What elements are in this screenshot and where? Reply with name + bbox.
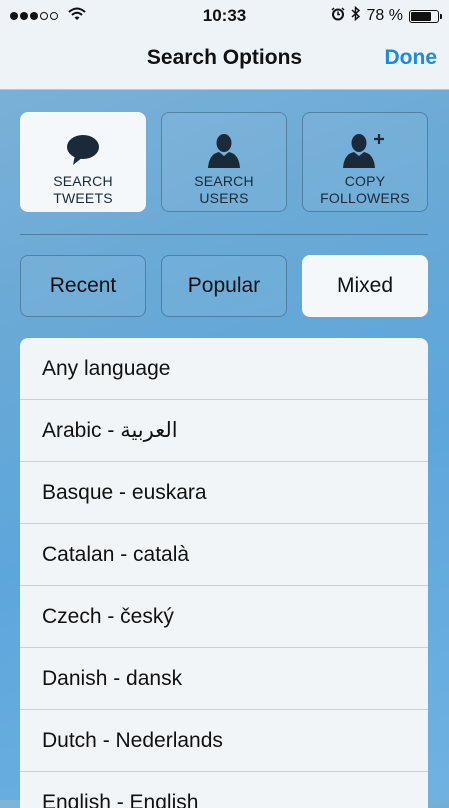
language-item-dutch[interactable]: Dutch - Nederlands [20, 710, 428, 772]
search-users-button[interactable]: SEARCH USERS [161, 112, 287, 212]
navigation-bar: Search Options Done [0, 32, 449, 90]
mixed-button[interactable]: Mixed [302, 255, 428, 317]
search-tweets-button[interactable]: SEARCH TWEETS [20, 112, 146, 212]
battery-icon [409, 9, 442, 23]
popular-button[interactable]: Popular [161, 255, 287, 317]
page-title: Search Options [146, 46, 303, 69]
done-button[interactable]: Done [385, 46, 438, 70]
signal-strength-icon [10, 12, 58, 20]
language-item-czech[interactable]: Czech - český [20, 586, 428, 648]
language-item-catalan[interactable]: Catalan - català [20, 524, 428, 586]
status-right: 78 % [289, 5, 442, 26]
language-list: Any language Arabic - العربية Basque - e… [20, 338, 428, 808]
language-item-danish[interactable]: Danish - dansk [20, 648, 428, 710]
recent-button[interactable]: Recent [20, 255, 146, 317]
language-item-arabic[interactable]: Arabic - العربية [20, 400, 428, 462]
signal-dot [30, 12, 38, 20]
section-divider [20, 234, 428, 235]
battery-tip [440, 13, 442, 19]
add-user-icon [343, 131, 387, 169]
search-mode-selector: SEARCH TWEETS SEARCH USERS COPY FOLLOWER… [20, 112, 428, 212]
language-item-basque[interactable]: Basque - euskara [20, 462, 428, 524]
battery-level [411, 11, 431, 21]
bluetooth-icon [351, 5, 361, 26]
alarm-icon [331, 6, 345, 26]
language-item-english[interactable]: English - English [20, 772, 428, 808]
search-tweets-label: SEARCH TWEETS [53, 173, 113, 206]
copy-followers-label: COPY FOLLOWERS [320, 173, 410, 206]
status-left [10, 7, 160, 26]
wifi-icon [68, 7, 86, 26]
result-type-selector: Recent Popular Mixed [20, 255, 428, 317]
signal-dot [10, 12, 18, 20]
signal-dot [50, 12, 58, 20]
status-bar: 10:33 78 % [0, 0, 449, 32]
search-users-label: SEARCH USERS [194, 173, 254, 206]
status-time: 10:33 [202, 6, 247, 25]
signal-dot [40, 12, 48, 20]
signal-dot [20, 12, 28, 20]
copy-followers-button[interactable]: COPY FOLLOWERS [302, 112, 428, 212]
battery-percent: 78 % [366, 7, 403, 24]
user-icon [202, 131, 246, 169]
language-item-any[interactable]: Any language [20, 338, 428, 400]
speech-bubble-icon [61, 131, 105, 169]
